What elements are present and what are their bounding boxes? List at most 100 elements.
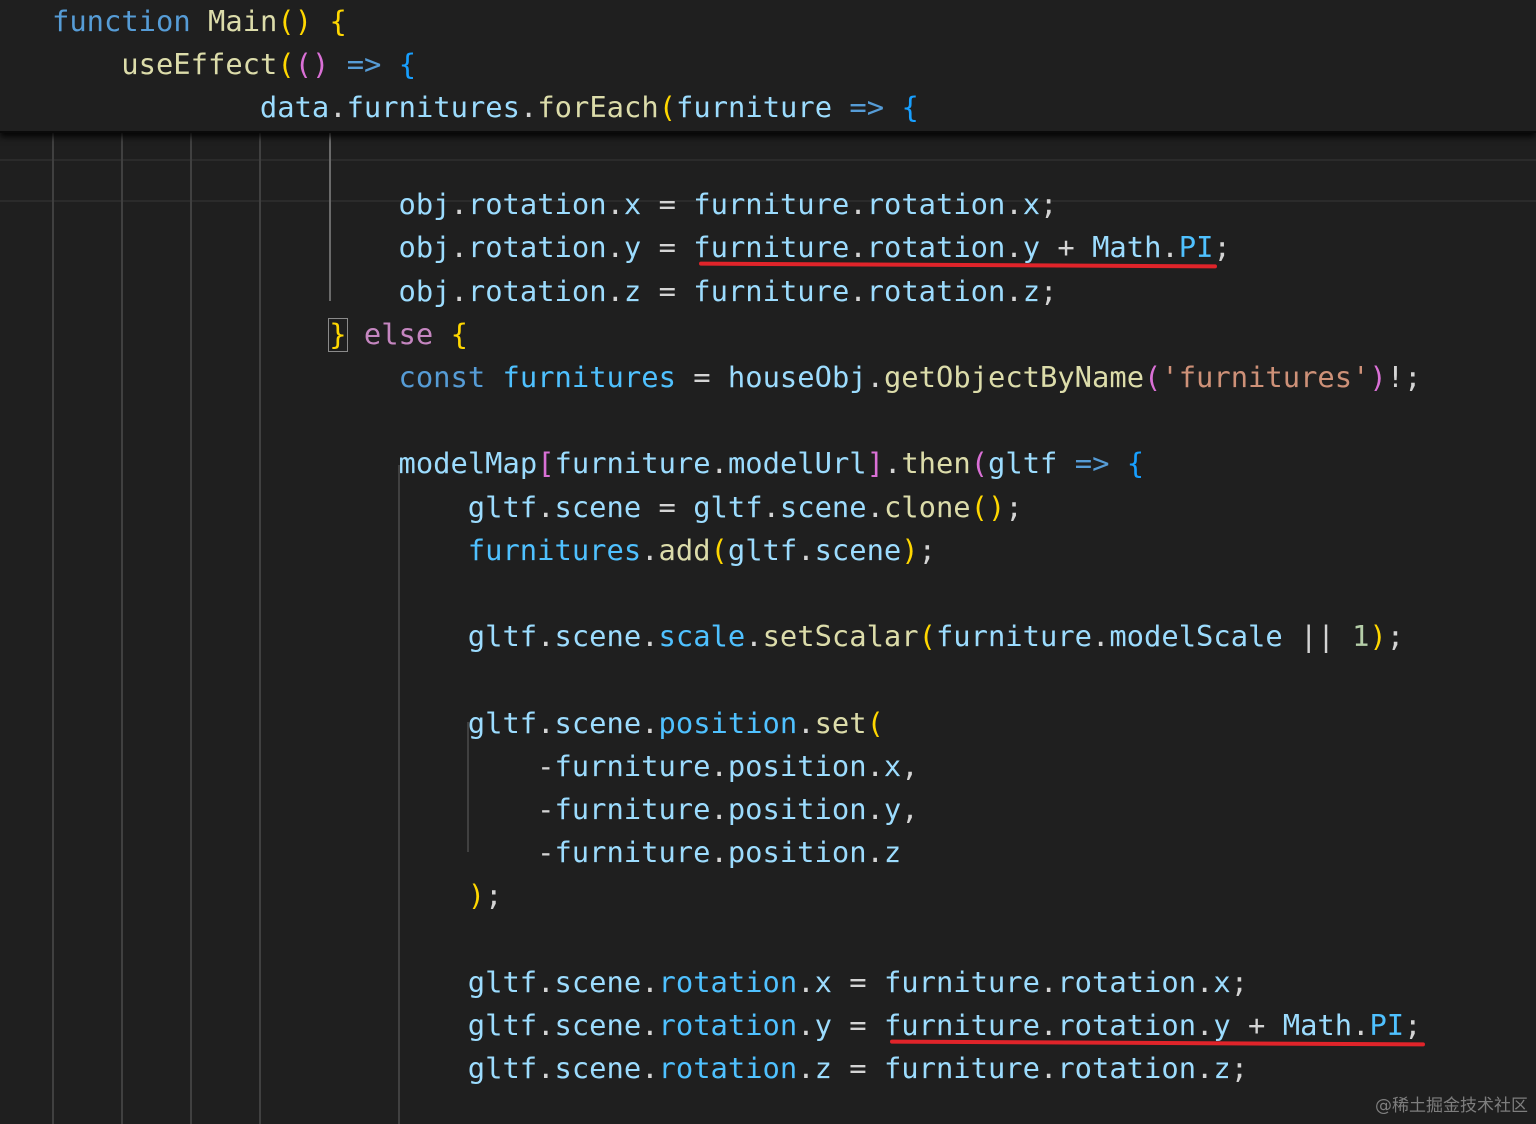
- code-token: .: [866, 792, 884, 826]
- code-token: gltf: [467, 1008, 538, 1042]
- code-token: y: [1213, 1008, 1231, 1042]
- code-token: gltf: [467, 1051, 538, 1086]
- code-token: gltf: [467, 705, 538, 740]
- code-token: furniture: [554, 748, 711, 783]
- code-token: .: [641, 532, 659, 567]
- sticky-scroll-header[interactable]: function Main() {useEffect(() => {data.f…: [0, 0, 1536, 133]
- indent-guide: [329, 131, 331, 301]
- code-token: .: [849, 273, 867, 308]
- code-token: gltf: [467, 619, 538, 654]
- code-token: .: [710, 446, 728, 481]
- code-token: .: [1161, 230, 1179, 265]
- code-token: PI: [1178, 230, 1214, 265]
- code-token: ,: [901, 792, 919, 826]
- code-token: =: [641, 230, 694, 265]
- code-token: .: [797, 1051, 815, 1086]
- code-token: 'furnitures': [1161, 360, 1370, 394]
- code-line[interactable]: } else {: [329, 313, 468, 356]
- code-editor[interactable]: function Main() {useEffect(() => {data.f…: [0, 0, 1536, 1124]
- code-line[interactable]: );: [468, 874, 503, 917]
- code-token: rotation: [467, 273, 607, 308]
- code-token: .: [641, 964, 659, 999]
- code-token: furniture: [693, 187, 850, 222]
- code-token: furniture: [554, 792, 711, 826]
- code-token: rotation: [658, 1051, 798, 1086]
- code-token: ,: [901, 748, 919, 783]
- code-token: scene: [554, 964, 642, 999]
- code-token: =>: [346, 47, 382, 82]
- code-token: .: [1039, 964, 1058, 999]
- code-token: scene: [779, 489, 867, 524]
- code-token: ): [901, 532, 919, 567]
- code-token: useEffect: [121, 47, 278, 82]
- code-token: ]: [866, 446, 884, 481]
- code-token: scale: [658, 619, 746, 654]
- code-token: modelUrl: [727, 446, 867, 481]
- code-token: =: [831, 964, 884, 999]
- code-line[interactable]: gltf.scene.position.set(: [468, 702, 884, 745]
- code-line[interactable]: -furniture.position.x,: [537, 745, 918, 788]
- indent-guide: [190, 131, 192, 1124]
- code-token: (: [710, 532, 728, 567]
- code-line[interactable]: const furnitures = houseObj.getObjectByN…: [399, 356, 1422, 399]
- code-line[interactable]: obj.rotation.x = furniture.rotation.x;: [399, 183, 1058, 226]
- code-line[interactable]: -furniture.position.z: [537, 831, 901, 874]
- code-token: .: [710, 835, 728, 870]
- code-line[interactable]: modelMap[furniture.modelUrl].then(gltf =…: [399, 442, 1145, 485]
- code-token: rotation: [1057, 1008, 1197, 1042]
- code-token: ): [467, 878, 486, 913]
- code-token: -: [537, 835, 555, 870]
- code-token: .: [1005, 230, 1023, 265]
- code-token: obj: [398, 230, 451, 265]
- code-token: furniture: [554, 835, 711, 870]
- indent-guide: [398, 465, 400, 1124]
- code-token: .: [537, 964, 555, 999]
- code-token: houseObj: [727, 360, 867, 394]
- code-line[interactable]: obj.rotation.z = furniture.rotation.z;: [399, 270, 1058, 313]
- code-token: set: [814, 705, 867, 740]
- code-token: scene: [814, 532, 902, 567]
- code-line[interactable]: gltf.scene.rotation.z = furniture.rotati…: [468, 1047, 1248, 1090]
- code-token: .: [537, 1051, 555, 1086]
- code-token: z: [1022, 273, 1041, 308]
- code-token: .: [450, 230, 468, 265]
- code-token: y: [883, 792, 902, 826]
- code-token: (: [658, 90, 677, 125]
- code-line[interactable]: gltf.scene.rotation.x = furniture.rotati…: [468, 961, 1248, 1004]
- code-token: .: [797, 964, 815, 999]
- code-token: .: [866, 748, 884, 783]
- code-token: y: [814, 1008, 832, 1042]
- sticky-code-line[interactable]: function Main() {: [52, 0, 347, 43]
- code-token: furniture: [883, 1051, 1040, 1086]
- code-token: .: [641, 619, 659, 654]
- code-token: gltf: [988, 446, 1058, 481]
- code-token: z: [1213, 1051, 1231, 1086]
- code-token: add: [658, 532, 711, 567]
- code-token: z: [883, 835, 902, 870]
- code-token: furniture: [883, 1008, 1040, 1042]
- bracket-match-highlight: [328, 317, 348, 352]
- sticky-code-line[interactable]: data.furnitures.forEach(furniture => {: [260, 86, 919, 129]
- code-token: position: [658, 705, 798, 740]
- code-token: scene: [554, 489, 642, 524]
- sticky-code-line[interactable]: useEffect(() => {: [121, 43, 416, 86]
- code-token: .: [1092, 619, 1110, 654]
- code-token: furniture: [883, 964, 1040, 999]
- code-token: PI: [1369, 1008, 1405, 1042]
- code-token: {: [901, 90, 919, 125]
- code-token: .: [537, 489, 555, 524]
- code-line[interactable]: gltf.scene.scale.setScalar(furniture.mod…: [468, 615, 1404, 658]
- code-token: .: [745, 619, 763, 654]
- code-line[interactable]: furnitures.add(gltf.scene);: [468, 529, 936, 572]
- code-line[interactable]: gltf.scene = gltf.scene.clone();: [468, 486, 1023, 529]
- code-token: scene: [554, 705, 642, 740]
- code-line[interactable]: -furniture.position.y,: [537, 788, 918, 831]
- code-token: position: [727, 792, 867, 826]
- code-token: =: [641, 187, 694, 222]
- code-token: ;: [485, 878, 503, 913]
- code-token: y: [1022, 230, 1041, 265]
- code-token: (): [294, 47, 330, 82]
